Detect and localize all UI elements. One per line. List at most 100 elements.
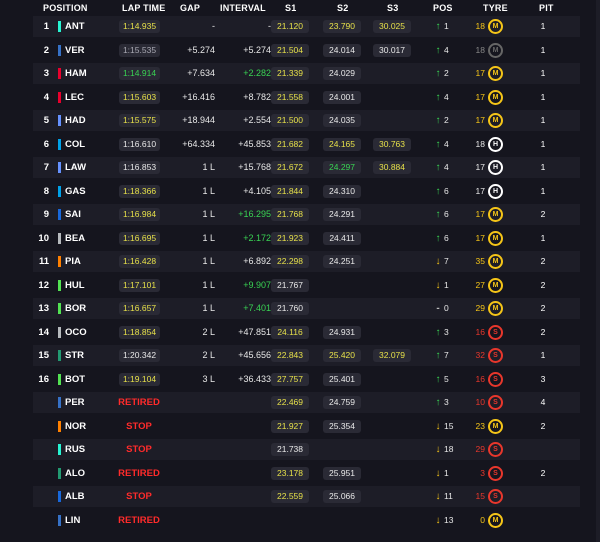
- team-color-bar: [58, 162, 61, 173]
- table-row[interactable]: 4 LEC 1:15.603 +16.416 +8.782 21.558 24.001 ↑ 4 1…: [33, 86, 580, 108]
- table-row[interactable]: 9 SAI 1:16.984 1 L +16.295 21.768 24.291 ↑ 6 17 M 2: [33, 204, 580, 225]
- lap-time: 1:18.366: [119, 184, 160, 198]
- sector-2: 23.790: [323, 20, 361, 33]
- pit-count: 1: [540, 232, 546, 243]
- table-row[interactable]: RUS STOP 21.738 ↓ 18 29 S: [33, 439, 580, 460]
- tyre-laps: 23: [475, 420, 485, 431]
- pit-count: 1: [540, 21, 546, 31]
- status-label: STOP: [126, 491, 152, 502]
- interval-value: +45.656: [238, 350, 271, 360]
- lap-time: 1:16.984: [119, 208, 160, 221]
- gap-value: +5.274: [187, 44, 215, 55]
- team-color-bar: [58, 256, 61, 267]
- sector-2: 25.420: [323, 349, 361, 362]
- pit-count: 2: [540, 303, 546, 313]
- arrow-down-icon: ↓: [435, 514, 441, 526]
- lap-time: 1:14.935: [119, 20, 160, 33]
- interval-value: +2.282: [243, 68, 271, 78]
- position-number: [33, 486, 49, 507]
- soft-tyre-icon: S: [488, 442, 503, 457]
- team-color-bar: [58, 397, 61, 408]
- interval-value: +7.401: [243, 303, 271, 313]
- driver-code: ANT: [65, 21, 85, 32]
- arrow-up-icon: ↑: [435, 68, 441, 79]
- table-row[interactable]: 16 BOT 1:19.104 3 L +36.433 27.757 25.401 ↑ 5 16 S…: [33, 368, 580, 390]
- position-number: 7: [43, 162, 49, 173]
- arrow-down-icon: ↓: [435, 444, 441, 455]
- table-row[interactable]: ALO RETIRED 23.178 25.951 ↓ 1 3 S 2: [33, 462, 580, 484]
- sector-2: 24.310: [323, 184, 361, 198]
- table-row[interactable]: 7 LAW 1:16.853 1 L +15.768 21.672 24.297 30.884…: [33, 157, 580, 178]
- scrollbar[interactable]: [596, 0, 600, 542]
- sector-1: 21.760: [271, 302, 309, 315]
- positions-changed: 2: [444, 68, 449, 78]
- table-row[interactable]: 11 PIA 1:16.428 1 L +6.892 22.298 24.251 ↓ 7 35 M 2: [33, 251, 580, 272]
- table-header: POSITION LAP TIME GAP INTERVAL S1 S2 S3 …: [0, 0, 600, 16]
- tyre-laps: 17: [475, 232, 485, 243]
- gap-value: 2 L: [202, 350, 215, 360]
- position-number: 14: [38, 326, 49, 338]
- team-color-bar: [58, 185, 61, 197]
- driver-code: PIA: [65, 256, 81, 267]
- tyre-laps: 17: [475, 68, 485, 78]
- medium-tyre-icon: M: [488, 230, 503, 246]
- tyre-laps: 17: [475, 209, 485, 219]
- lap-time: 1:14.914: [119, 67, 160, 80]
- team-color-bar: [58, 279, 61, 291]
- pit-count: [533, 510, 553, 531]
- table-row[interactable]: 8 GAS 1:18.366 1 L +4.105 21.844 24.310 ↑ 6 17 H 1: [33, 180, 580, 202]
- soft-tyre-icon: S: [488, 348, 503, 363]
- table-row[interactable]: 5 HAD 1:15.575 +18.944 +2.554 21.500 24.035 ↑ 2 1…: [33, 110, 580, 131]
- table-row[interactable]: LIN RETIRED ↓ 13 0 M: [33, 509, 580, 531]
- sector-2: 24.035: [323, 114, 361, 127]
- lap-time: 1:17.101: [119, 278, 160, 292]
- driver-code: BEA: [65, 232, 86, 244]
- table-row[interactable]: 2 VER 1:15.535 +5.274 +5.274 21.504 24.014 30.0…: [33, 39, 580, 61]
- status-label: RETIRED: [118, 397, 160, 408]
- sector-2: 25.401: [323, 372, 361, 386]
- sector-2: 24.759: [323, 396, 361, 409]
- tyre-laps: 32: [475, 350, 485, 360]
- table-row[interactable]: 13 BOR 1:16.657 1 L +7.401 21.760 -0 29 M 2: [33, 298, 580, 319]
- tyre-laps: 10: [475, 397, 485, 407]
- sector-2: 24.931: [323, 325, 361, 339]
- table-row[interactable]: 1 ANT 1:14.935- -21.120 23.790 30.025 ↑ 1 18 M 1: [33, 16, 580, 37]
- driver-code: HAD: [65, 115, 86, 126]
- sector-3: 30.884: [373, 161, 411, 174]
- driver-code: SAI: [65, 209, 81, 220]
- table-row[interactable]: 6 COL 1:16.610 +64.334 +45.853 21.682 24.165 30…: [33, 133, 580, 155]
- table-row[interactable]: 12 HUL 1:17.101 1 L +9.907 21.767 ↓ 1 27 M 2: [33, 274, 580, 296]
- pit-count: 4: [540, 397, 546, 407]
- medium-tyre-icon: M: [488, 512, 503, 528]
- table-row[interactable]: PER RETIRED 22.469 24.759 ↑ 3 10 S 4: [33, 392, 580, 413]
- table-row[interactable]: 15 STR 1:20.342 2 L +45.656 22.843 25.420 32.07…: [33, 345, 580, 366]
- gap-value: 1 L: [202, 185, 215, 196]
- tyre-laps: 18: [475, 44, 485, 55]
- arrow-up-icon: ↑: [435, 397, 441, 408]
- interval-value: +8.782: [243, 91, 271, 102]
- sector-1: 21.339: [271, 67, 309, 80]
- position-number: 16: [38, 373, 49, 385]
- position-number: 4: [43, 91, 49, 103]
- driver-code: BOR: [65, 303, 87, 314]
- table-row[interactable]: 3 HAM 1:14.914 +7.634 +2.282 21.339 24.029 ↑ 2 17…: [33, 63, 580, 84]
- tyre-laps: 15: [475, 491, 485, 501]
- driver-code: HAM: [65, 68, 87, 79]
- header-interval: INTERVAL: [220, 3, 266, 13]
- arrow-down-icon: ↓: [435, 279, 441, 291]
- position-number: 8: [43, 185, 49, 197]
- sector-2: 24.297: [323, 161, 361, 174]
- position-number: 3: [43, 68, 49, 79]
- table-row[interactable]: 14 OCO 1:18.854 2 L +47.851 24.116 24.931 ↑ 3 16 S…: [33, 321, 580, 343]
- table-row[interactable]: NOR STOP 21.927 25.354 ↓ 15 23 M 2: [33, 415, 580, 437]
- soft-tyre-icon: S: [488, 489, 503, 504]
- positions-changed: 13: [444, 514, 454, 525]
- sector-2: 25.354: [323, 419, 361, 433]
- team-color-bar: [58, 209, 61, 220]
- lap-time: 1:15.603: [119, 90, 160, 104]
- interval-value: +2.554: [243, 115, 271, 125]
- table-row[interactable]: 10 BEA 1:16.695 1 L +2.172 21.923 24.411 ↑ 6 17 M 1: [33, 227, 580, 249]
- arrow-down-icon: ↓: [435, 491, 441, 502]
- table-row[interactable]: ALB STOP 22.559 25.066 ↓ 11 15 S: [33, 486, 580, 507]
- soft-tyre-icon: S: [488, 324, 503, 340]
